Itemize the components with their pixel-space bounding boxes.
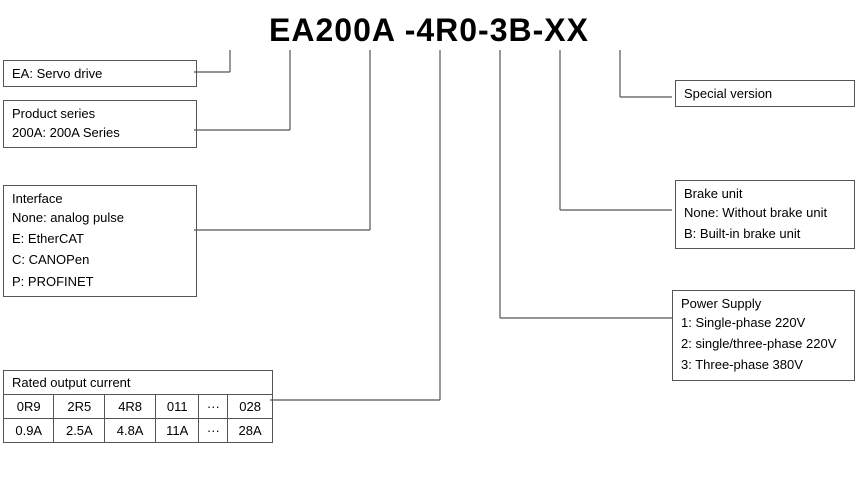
product-series-label: Product series [12,106,188,121]
page-title: EA200A -4R0-3B-XX [0,0,858,59]
ea-box: EA: Servo drive [3,60,197,87]
product-series-box: Product series 200A: 200A Series [3,100,197,148]
power-label: Power Supply [681,296,846,311]
current-row-codes: 0R9 2R5 4R8 011 ··· 028 [4,395,272,419]
interface-box: Interface None: analog pulse E: EtherCAT… [3,185,197,297]
power-item-2: 3: Three-phase 380V [681,356,846,374]
code-011: 011 [156,395,199,419]
ea-label: EA: Servo drive [12,66,102,81]
val-11a: 11A [156,419,199,443]
interface-item-3: P: PROFINET [12,273,188,291]
current-row-values: 0.9A 2.5A 4.8A 11A ··· 28A [4,419,272,443]
code-028: 028 [228,395,272,419]
current-title: Rated output current [4,371,272,395]
current-table: 0R9 2R5 4R8 011 ··· 028 0.9A 2.5A 4.8A 1… [4,395,272,442]
brake-item-1: B: Built-in brake unit [684,225,846,243]
brake-item-0: None: Without brake unit [684,204,846,222]
interface-label: Interface [12,191,188,206]
brake-unit-box: Brake unit None: Without brake unit B: B… [675,180,855,249]
brake-label: Brake unit [684,186,846,201]
val-dots2: ··· [199,419,228,443]
special-version-box: Special version [675,80,855,107]
code-dots1: ··· [199,395,228,419]
current-box: Rated output current 0R9 2R5 4R8 011 ···… [3,370,273,443]
interface-item-2: C: CANOPen [12,251,188,269]
interface-item-0: None: analog pulse [12,209,188,227]
interface-item-1: E: EtherCAT [12,230,188,248]
product-series-detail: 200A: 200A Series [12,124,188,142]
val-48a: 4.8A [105,419,156,443]
val-28a: 28A [228,419,272,443]
power-item-0: 1: Single-phase 220V [681,314,846,332]
val-09a: 0.9A [4,419,54,443]
power-item-1: 2: single/three-phase 220V [681,335,846,353]
code-4r8: 4R8 [105,395,156,419]
code-2r5: 2R5 [54,395,105,419]
val-25a: 2.5A [54,419,105,443]
power-supply-box: Power Supply 1: Single-phase 220V 2: sin… [672,290,855,381]
special-label: Special version [684,86,772,101]
code-0r9: 0R9 [4,395,54,419]
